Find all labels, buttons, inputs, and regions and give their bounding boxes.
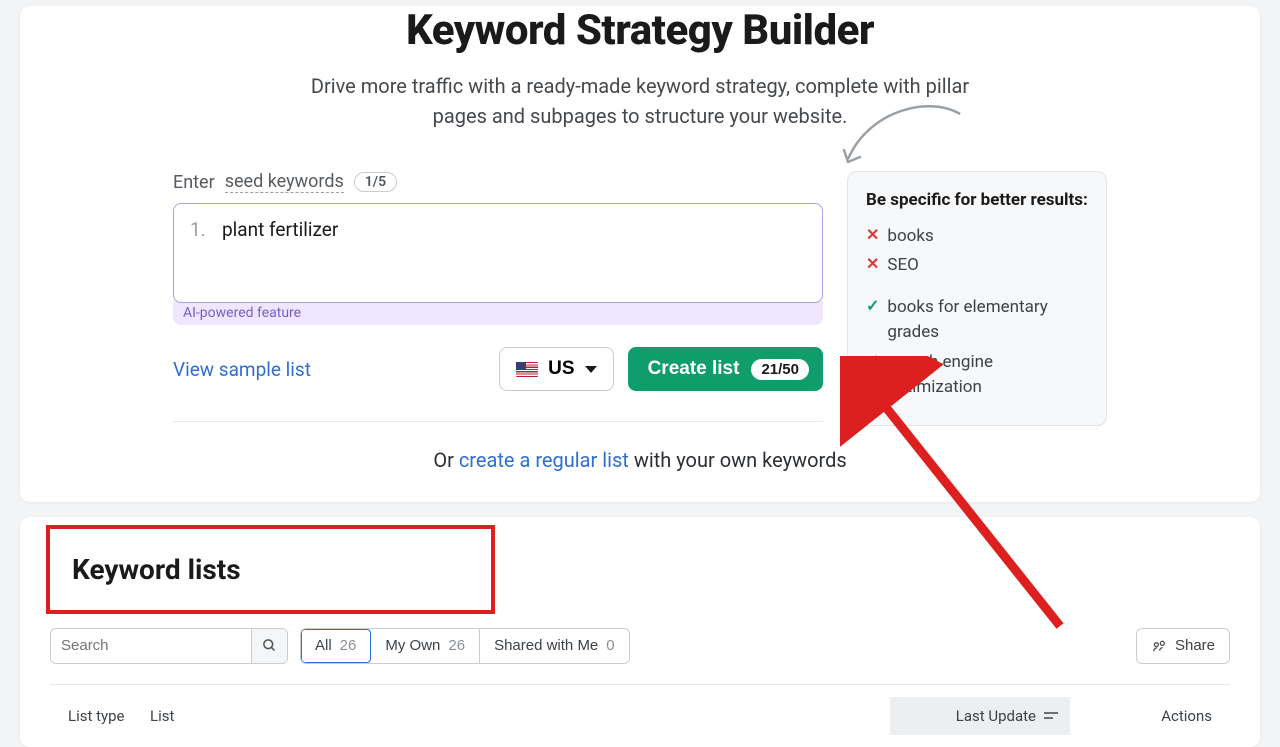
create-list-label: Create list [648,358,740,380]
create-list-button[interactable]: Create list 21/50 [628,347,823,391]
x-icon: ✕ [866,224,879,246]
keyword-lists-card: Keyword lists All 26 My Own 26 Sha [20,517,1260,747]
sort-icon [1044,709,1058,723]
page-subtitle: Drive more traffic with a ready-made key… [310,71,970,131]
tip-text: SEO [887,253,918,279]
share-icon [1151,638,1167,654]
tip-bad: ✕ books [866,224,1088,250]
col-last-update[interactable]: Last Update [890,697,1070,735]
or-prefix: Or [433,448,459,472]
create-regular-list-link[interactable]: create a regular list [459,448,629,472]
tips-panel: Be specific for better results: ✕ books … [847,171,1107,426]
share-label: Share [1175,637,1215,654]
filter-tab-all[interactable]: All 26 [301,629,371,663]
seed-item: 1. plant fertilizer [190,218,806,241]
tip-good: ✓ books for elementary grades [866,295,1088,346]
country-code: US [548,358,574,380]
seed-label-underlined: seed keywords [225,171,344,193]
filter-tab-myown[interactable]: My Own 26 [371,629,480,663]
list-table-header: List type List Last Update Actions [50,684,1230,747]
filter-label: My Own [385,637,440,654]
us-flag-icon [516,362,538,377]
tip-good: ✓ search engine optimization [866,350,1088,401]
create-quota-badge: 21/50 [751,359,809,380]
col-list-type[interactable]: List type [50,707,150,725]
x-icon: ✕ [866,253,879,275]
divider [173,421,823,422]
search-icon [262,638,277,653]
search-input[interactable] [51,629,251,663]
check-icon: ✓ [866,295,879,317]
filter-count: 0 [606,637,614,654]
col-list[interactable]: List [150,707,890,725]
list-search [50,628,288,664]
keyword-lists-heading: Keyword lists [72,553,241,586]
seed-input-area: Enter seed keywords 1/5 1. plant fertili… [173,171,823,422]
page-title: Keyword Strategy Builder [40,6,1240,55]
tips-heading: Be specific for better results: [866,188,1088,214]
col-last-update-label: Last Update [956,707,1036,725]
filter-label: All [315,637,332,654]
filter-count: 26 [340,637,357,654]
seed-label-prefix: Enter [173,172,215,193]
builder-card: Keyword Strategy Builder Drive more traf… [20,6,1260,502]
or-line: Or create a regular list with your own k… [40,448,1240,472]
filter-tab-shared[interactable]: Shared with Me 0 [480,629,629,663]
chevron-down-icon [585,366,597,373]
tip-text: books for elementary grades [887,295,1088,346]
list-filter-tabs: All 26 My Own 26 Shared with Me 0 [300,628,630,664]
tip-bad: ✕ SEO [866,253,1088,279]
filter-count: 26 [448,637,465,654]
tip-text: search engine optimization [887,350,1088,401]
view-sample-link[interactable]: View sample list [173,358,311,381]
country-select[interactable]: US [499,347,613,391]
or-suffix: with your own keywords [629,448,847,472]
seed-label: Enter seed keywords 1/5 [173,171,823,193]
keyword-lists-heading-highlight: Keyword lists [46,525,495,614]
check-icon: ✓ [866,350,879,372]
seed-textarea[interactable]: 1. plant fertilizer [173,203,823,303]
search-button[interactable] [251,629,287,663]
share-button[interactable]: Share [1136,628,1230,664]
seed-count-pill: 1/5 [354,172,397,192]
tip-text: books [887,224,933,250]
ai-feature-caption: AI-powered feature [173,301,823,325]
seed-item-value: plant fertilizer [222,218,338,241]
col-actions: Actions [1070,707,1230,725]
seed-item-number: 1. [190,218,208,241]
filter-label: Shared with Me [494,637,598,654]
